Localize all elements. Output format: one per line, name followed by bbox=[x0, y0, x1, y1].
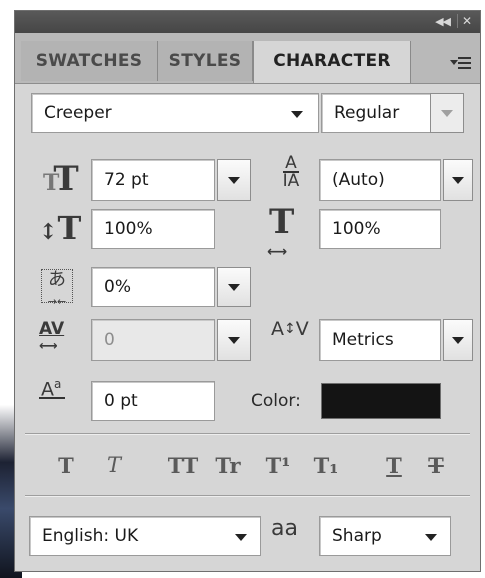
baseline-shift-icon: Aa bbox=[39, 377, 65, 400]
tracking-value: 0 bbox=[104, 330, 115, 350]
font-size-icon: TT bbox=[43, 159, 79, 199]
tsume-value: 0% bbox=[104, 277, 131, 297]
vertical-scale-value: 100% bbox=[104, 219, 153, 239]
font-family-dropdown[interactable]: Creeper bbox=[31, 93, 319, 133]
all-caps-button[interactable]: TT bbox=[161, 453, 205, 478]
panel-titlebar: ◀◀ ✕ bbox=[15, 11, 480, 33]
character-panel: ◀◀ ✕ SWATCHES STYLES CHARACTER Creeper R… bbox=[14, 10, 481, 572]
tsume-icon: あ →← bbox=[41, 269, 73, 308]
tsume-dropdown-button[interactable] bbox=[217, 267, 251, 307]
underline-button[interactable]: T bbox=[377, 453, 411, 478]
vertical-scale-field[interactable]: 100% bbox=[91, 209, 215, 249]
font-style-dropdown[interactable]: Regular bbox=[321, 93, 431, 133]
horizontal-scale-field[interactable]: 100% bbox=[319, 209, 441, 249]
horizontal-scale-value: 100% bbox=[332, 219, 381, 239]
leading-field[interactable]: (Auto) bbox=[319, 159, 441, 201]
panel-menu-icon[interactable] bbox=[450, 55, 472, 71]
kerning-value: Metrics bbox=[332, 330, 394, 350]
small-caps-button[interactable]: Tr bbox=[211, 453, 245, 478]
tab-character[interactable]: CHARACTER bbox=[253, 41, 411, 83]
chevron-down-icon bbox=[425, 534, 437, 541]
divider bbox=[25, 433, 470, 435]
leading-icon: A IA bbox=[282, 153, 300, 191]
tracking-icon: AV ⟷ bbox=[39, 319, 65, 355]
divider bbox=[25, 495, 470, 497]
horizontal-scale-icon: T ⟷ bbox=[267, 202, 295, 260]
kerning-field[interactable]: Metrics bbox=[319, 319, 441, 361]
color-swatch[interactable] bbox=[321, 383, 441, 419]
font-size-value: 72 pt bbox=[104, 170, 149, 190]
faux-italic-button[interactable]: T bbox=[97, 453, 131, 477]
font-family-value: Creeper bbox=[44, 103, 112, 123]
collapse-icon[interactable]: ◀◀ bbox=[435, 15, 451, 28]
vertical-scale-icon: ↕T bbox=[39, 209, 82, 247]
superscript-button[interactable]: T¹ bbox=[261, 453, 295, 478]
leading-dropdown-button[interactable] bbox=[443, 159, 473, 201]
baseline-shift-field[interactable]: 0 pt bbox=[91, 381, 215, 421]
baseline-shift-value: 0 pt bbox=[104, 391, 138, 411]
color-label: Color: bbox=[251, 391, 301, 411]
chevron-down-icon bbox=[291, 111, 303, 118]
subscript-button[interactable]: T₁ bbox=[309, 453, 343, 478]
close-icon[interactable]: ✕ bbox=[462, 14, 472, 28]
chevron-down-icon bbox=[235, 534, 247, 541]
font-size-dropdown-button[interactable] bbox=[217, 159, 251, 201]
kerning-dropdown-button[interactable] bbox=[443, 319, 473, 361]
tab-swatches[interactable]: SWATCHES bbox=[21, 41, 158, 81]
strikethrough-button[interactable]: T bbox=[419, 453, 453, 478]
tracking-field[interactable]: 0 bbox=[91, 319, 215, 361]
language-value: English: UK bbox=[42, 526, 139, 546]
kerning-icon: A↕V bbox=[271, 318, 309, 340]
leading-value: (Auto) bbox=[332, 170, 385, 190]
panel-tabs: SWATCHES STYLES CHARACTER bbox=[15, 33, 480, 84]
tsume-field[interactable]: 0% bbox=[91, 267, 215, 307]
titlebar-separator bbox=[457, 14, 458, 28]
anti-alias-icon: aa bbox=[271, 516, 298, 541]
tab-styles[interactable]: STYLES bbox=[158, 41, 253, 81]
language-dropdown[interactable]: English: UK bbox=[29, 516, 261, 556]
font-size-field[interactable]: 72 pt bbox=[91, 159, 215, 201]
font-style-value: Regular bbox=[334, 103, 400, 123]
font-style-dropdown-button[interactable] bbox=[430, 93, 464, 133]
faux-bold-button[interactable]: T bbox=[49, 453, 83, 478]
tracking-dropdown-button[interactable] bbox=[217, 319, 251, 361]
anti-alias-value: Sharp bbox=[332, 526, 382, 546]
